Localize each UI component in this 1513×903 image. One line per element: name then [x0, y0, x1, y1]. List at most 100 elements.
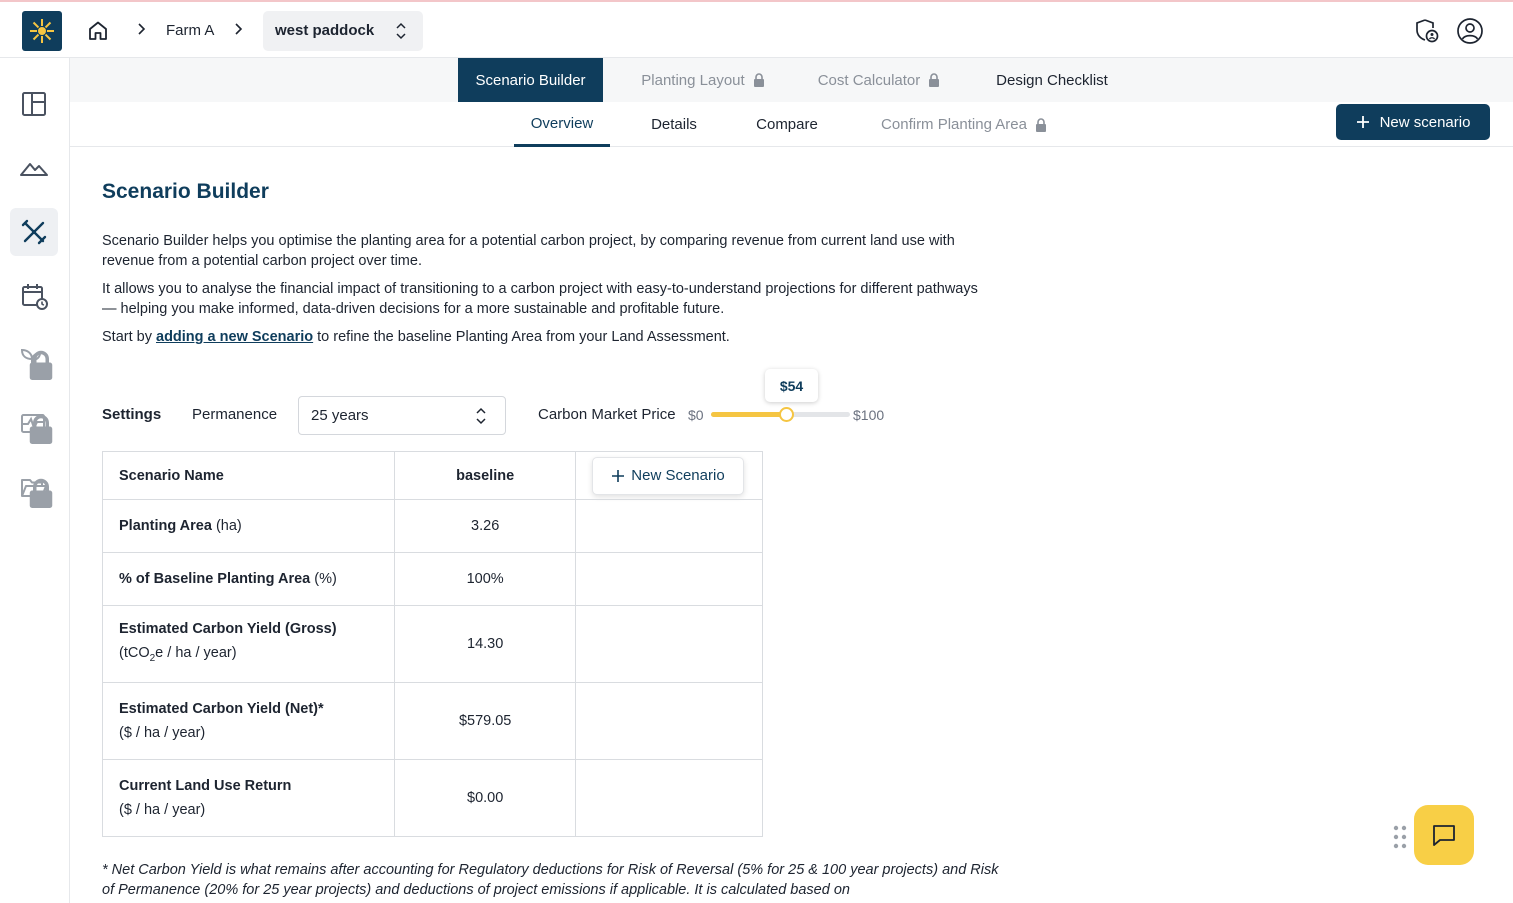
design-tools-icon: [21, 219, 47, 245]
row-unit: ($ / ha / year): [119, 802, 206, 818]
tab-label: Confirm Planting Area: [881, 116, 1027, 133]
row-empty-cell: [574, 499, 764, 553]
new-scenario-button[interactable]: New scenario: [1336, 104, 1490, 140]
row-empty-cell: [574, 605, 764, 683]
row-label: Planting Area (ha): [101, 499, 396, 553]
row-unit: (%): [310, 571, 337, 587]
sidebar-item-documents[interactable]: [10, 464, 58, 512]
row-name: Current Land Use Return: [119, 778, 292, 794]
chat-button[interactable]: [1414, 805, 1474, 865]
lock-icon: [29, 350, 53, 380]
row-baseline-value: 100%: [394, 552, 576, 606]
tab-confirm-planting-area[interactable]: Confirm Planting Area: [866, 102, 1062, 147]
paddock-select-value: west paddock: [275, 22, 375, 39]
plus-icon: [612, 469, 625, 482]
tab-scenario-builder[interactable]: Scenario Builder: [458, 58, 603, 102]
permanence-select[interactable]: 25 years: [298, 396, 506, 435]
row-baseline-value: $0.00: [394, 759, 576, 837]
sidebar: [0, 58, 70, 903]
tab-label: Planting Layout: [641, 71, 745, 89]
intro-paragraph-3: Start by adding a new Scenario to refine…: [102, 327, 992, 347]
lock-icon: [753, 73, 764, 87]
page-title: Scenario Builder: [102, 180, 269, 203]
table-row: % of Baseline Planting Area (%) 100%: [101, 552, 764, 606]
sidebar-item-schedule[interactable]: [10, 272, 58, 320]
intro-paragraph-2: It allows you to analyse the financial i…: [102, 281, 978, 317]
primary-tabs: Scenario Builder Planting Layout Cost Ca…: [70, 58, 1513, 102]
settings-label: Settings: [102, 406, 162, 423]
row-empty-cell: [574, 552, 764, 606]
shield-user-icon[interactable]: [1413, 17, 1441, 45]
tab-label: Design Checklist: [996, 71, 1108, 89]
sidebar-item-land[interactable]: [10, 144, 58, 192]
breadcrumb-farm[interactable]: Farm A: [166, 22, 214, 39]
lock-icon: [929, 73, 940, 87]
tab-details[interactable]: Details: [640, 102, 708, 147]
layout-dashboard-icon: [22, 92, 46, 116]
header-baseline: baseline: [394, 451, 576, 500]
tab-label: Overview: [530, 114, 594, 132]
permanence-label: Permanence: [192, 406, 278, 423]
table-row: Estimated Carbon Yield (Net)* ($ / ha / y…: [101, 682, 764, 760]
row-name: Estimated Carbon Yield (Net)*: [119, 701, 324, 717]
plus-icon: [1356, 116, 1369, 128]
calendar-clock-icon: [22, 284, 48, 310]
home-icon[interactable]: [86, 19, 110, 43]
row-label: Estimated Carbon Yield (Net)* ($ / ha / y…: [101, 682, 396, 760]
row-baseline-value: 3.26: [394, 499, 576, 553]
row-name: Estimated Carbon Yield (Gross): [119, 621, 337, 638]
tab-label: Cost Calculator: [817, 71, 921, 89]
tab-planting-layout[interactable]: Planting Layout: [623, 58, 783, 102]
lock-icon: [29, 414, 53, 444]
tab-compare[interactable]: Compare: [744, 102, 830, 147]
mountain-icon: [20, 163, 48, 176]
carbon-price-slider[interactable]: [711, 407, 850, 422]
row-unit: (ha): [211, 518, 242, 534]
slider-fill: [711, 412, 787, 417]
add-scenario-label: New Scenario: [631, 467, 725, 484]
chevron-up-down-icon: [476, 407, 486, 425]
sidebar-item-dashboard[interactable]: [10, 80, 58, 128]
table-row: Current Land Use Return ($ / ha / year) $…: [101, 759, 764, 837]
sidebar-item-monitoring[interactable]: [10, 400, 58, 448]
chevron-up-down-icon: [396, 22, 406, 40]
row-unit-post: e / ha / year): [155, 645, 237, 662]
row-baseline-value: 14.30: [394, 605, 576, 683]
scenario-table: Scenario Name baseline New Scenario Plan…: [101, 451, 764, 837]
chat-bubble-icon: [1433, 825, 1455, 846]
logo[interactable]: [22, 11, 62, 51]
slider-min-label: $0: [688, 407, 704, 423]
intro-text: Start by: [102, 329, 156, 345]
lock-icon: [29, 478, 53, 508]
slider-value-tooltip: $54: [765, 369, 818, 402]
intro-text: to refine the baseline Planting Area fro…: [313, 329, 730, 345]
tab-design-checklist[interactable]: Design Checklist: [982, 58, 1122, 102]
row-baseline-value: $579.05: [394, 682, 576, 760]
chevron-right-icon: [138, 23, 146, 35]
sidebar-item-planting[interactable]: [10, 336, 58, 384]
row-empty-cell: [574, 759, 764, 837]
table-row: Planting Area (ha) 3.26: [101, 499, 764, 553]
tab-label: Details: [651, 116, 697, 133]
tab-cost-calculator[interactable]: Cost Calculator: [805, 58, 953, 102]
sun-logo-icon: [30, 19, 54, 43]
user-account-icon[interactable]: [1456, 17, 1484, 45]
drag-handle-icon[interactable]: [1392, 824, 1408, 850]
add-scenario-column-button[interactable]: New Scenario: [591, 456, 744, 495]
add-scenario-link[interactable]: adding a new Scenario: [156, 329, 313, 345]
slider-thumb[interactable]: [779, 407, 795, 422]
paddock-select[interactable]: west paddock: [263, 11, 423, 51]
row-label: Estimated Carbon Yield (Gross) (tCO2e / h…: [101, 605, 396, 683]
table-row: Estimated Carbon Yield (Gross) (tCO2e / h…: [101, 605, 764, 683]
intro-paragraph-1: Scenario Builder helps you optimise the …: [102, 233, 955, 269]
row-empty-cell: [574, 682, 764, 760]
table-header-row: Scenario Name baseline New Scenario: [101, 451, 764, 500]
new-scenario-label: New scenario: [1379, 113, 1471, 131]
footnote: * Net Carbon Yield is what remains after…: [102, 862, 999, 898]
sidebar-item-scenario-builder[interactable]: [10, 208, 58, 256]
lock-icon: [1035, 117, 1046, 132]
row-unit-pre: (tCO: [119, 645, 150, 662]
top-bar: Farm A west paddock: [0, 0, 1513, 58]
header-new-scenario-cell: New Scenario: [574, 451, 764, 500]
tab-overview[interactable]: Overview: [514, 102, 610, 147]
